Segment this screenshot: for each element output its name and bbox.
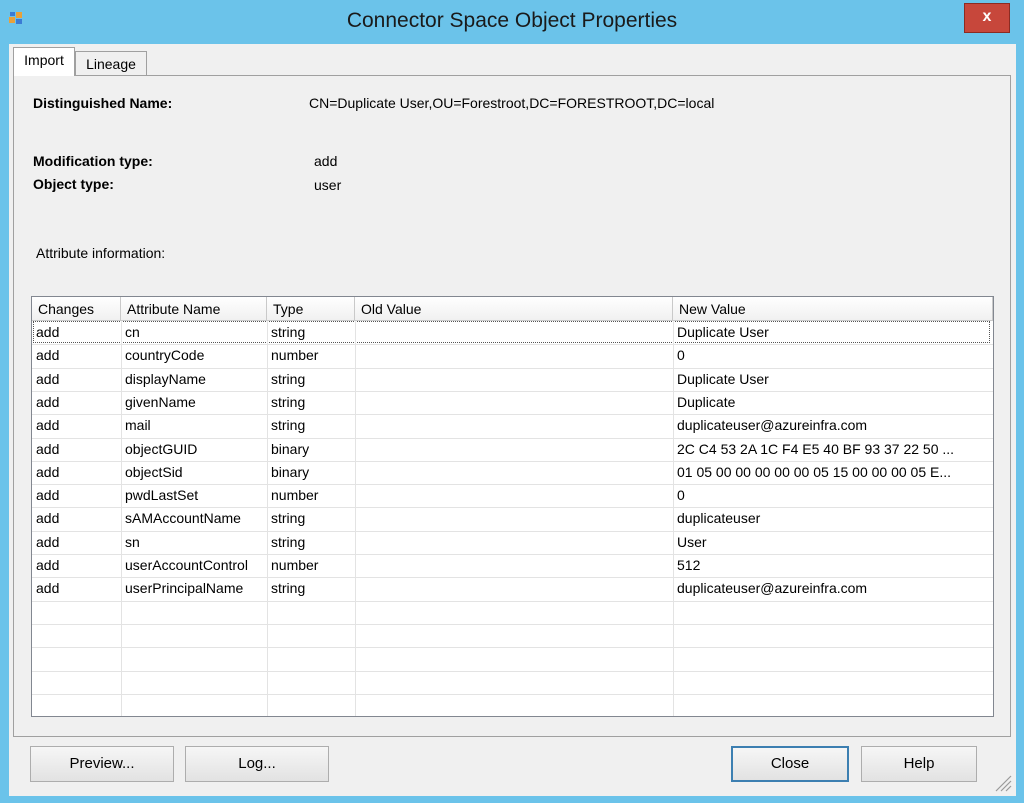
cell-attribute-name: displayName (125, 371, 206, 387)
import-tab-panel: Distinguished Name: CN=Duplicate User,OU… (13, 75, 1011, 737)
row-gridline (32, 671, 993, 672)
cell-type: number (271, 347, 319, 363)
cell-type: string (271, 534, 306, 550)
log-button[interactable]: Log... (185, 746, 329, 782)
cell-type: string (271, 371, 306, 387)
cell-new-value: 0 (677, 347, 685, 363)
column-gridline (121, 321, 122, 716)
cell-changes: add (36, 441, 60, 457)
cell-changes: add (36, 324, 60, 340)
cell-new-value: 0 (677, 487, 685, 503)
column-header-old-value[interactable]: Old Value (355, 297, 673, 321)
cell-changes: add (36, 464, 60, 480)
tab-lineage[interactable]: Lineage (75, 51, 147, 76)
column-header-attribute-name[interactable]: Attribute Name (121, 297, 267, 321)
cell-changes: add (36, 534, 60, 550)
cell-changes: add (36, 510, 60, 526)
cell-type: binary (271, 441, 310, 457)
help-button[interactable]: Help (861, 746, 977, 782)
row-gridline (32, 624, 993, 625)
attribute-section-label: Attribute information: (36, 245, 166, 261)
close-window-button[interactable]: x (964, 3, 1010, 33)
cell-attribute-name: sAMAccountName (125, 510, 241, 526)
attribute-grid[interactable]: Changes Attribute Name Type Old Value Ne… (31, 296, 994, 717)
cell-attribute-name: givenName (125, 394, 196, 410)
object-type-value: user (314, 177, 342, 193)
resize-grip-icon[interactable] (992, 772, 1012, 792)
cell-new-value: 01 05 00 00 00 00 00 05 15 00 00 00 05 E… (677, 464, 952, 480)
dialog-window: Connector Space Object Properties x Impo… (0, 0, 1024, 803)
cell-type: number (271, 487, 319, 503)
cell-type: string (271, 324, 306, 340)
cell-attribute-name: objectSid (125, 464, 183, 480)
cell-changes: add (36, 557, 60, 573)
row-gridline (32, 694, 993, 695)
row-gridline (32, 647, 993, 648)
cell-changes: add (36, 347, 60, 363)
column-gridline (673, 321, 674, 716)
dn-label: Distinguished Name: (33, 95, 173, 111)
cell-type: string (271, 417, 306, 433)
dialog-client-area: Import Lineage Distinguished Name: CN=Du… (9, 44, 1016, 796)
cell-changes: add (36, 580, 60, 596)
close-icon: x (982, 8, 992, 25)
cell-new-value: Duplicate User (677, 324, 769, 340)
cell-changes: add (36, 371, 60, 387)
title-bar[interactable]: Connector Space Object Properties x (0, 0, 1024, 44)
cell-type: number (271, 557, 319, 573)
dn-value: CN=Duplicate User,OU=Forestroot,DC=FORES… (309, 95, 715, 111)
cell-changes: add (36, 487, 60, 503)
modification-type-value: add (314, 153, 338, 169)
cell-new-value: 512 (677, 557, 701, 573)
cell-attribute-name: userAccountControl (125, 557, 248, 573)
object-type-label: Object type: (33, 176, 114, 192)
cell-changes: add (36, 394, 60, 410)
cell-attribute-name: pwdLastSet (125, 487, 199, 503)
column-header-changes[interactable]: Changes (32, 297, 121, 321)
modification-type-label: Modification type: (33, 153, 153, 169)
cell-type: binary (271, 464, 310, 480)
cell-new-value: duplicateuser (677, 510, 761, 526)
row-gridline (32, 601, 993, 602)
preview-button[interactable]: Preview... (30, 746, 174, 782)
cell-type: string (271, 580, 306, 596)
cell-attribute-name: cn (125, 324, 140, 340)
tab-import[interactable]: Import (13, 47, 75, 76)
cell-new-value: 2C C4 53 2A 1C F4 E5 40 BF 93 37 22 50 .… (677, 441, 955, 457)
cell-attribute-name: userPrincipalName (125, 580, 244, 596)
column-gridline (267, 321, 268, 716)
cell-new-value: Duplicate User (677, 371, 769, 387)
cell-type: string (271, 510, 306, 526)
column-header-type[interactable]: Type (267, 297, 355, 321)
window-title: Connector Space Object Properties (346, 9, 678, 32)
cell-changes: add (36, 417, 60, 433)
cell-type: string (271, 394, 306, 410)
cell-new-value: User (677, 534, 707, 550)
cell-attribute-name: objectGUID (125, 441, 198, 457)
column-header-new-value[interactable]: New Value (673, 297, 993, 321)
cell-attribute-name: mail (125, 417, 151, 433)
cell-new-value: duplicateuser@azureinfra.com (677, 580, 868, 596)
cell-attribute-name: countryCode (125, 347, 205, 363)
column-gridline (355, 321, 356, 716)
cell-attribute-name: sn (125, 534, 140, 550)
close-button[interactable]: Close (731, 746, 849, 782)
cell-new-value: duplicateuser@azureinfra.com (677, 417, 868, 433)
cell-new-value: Duplicate (677, 394, 736, 410)
